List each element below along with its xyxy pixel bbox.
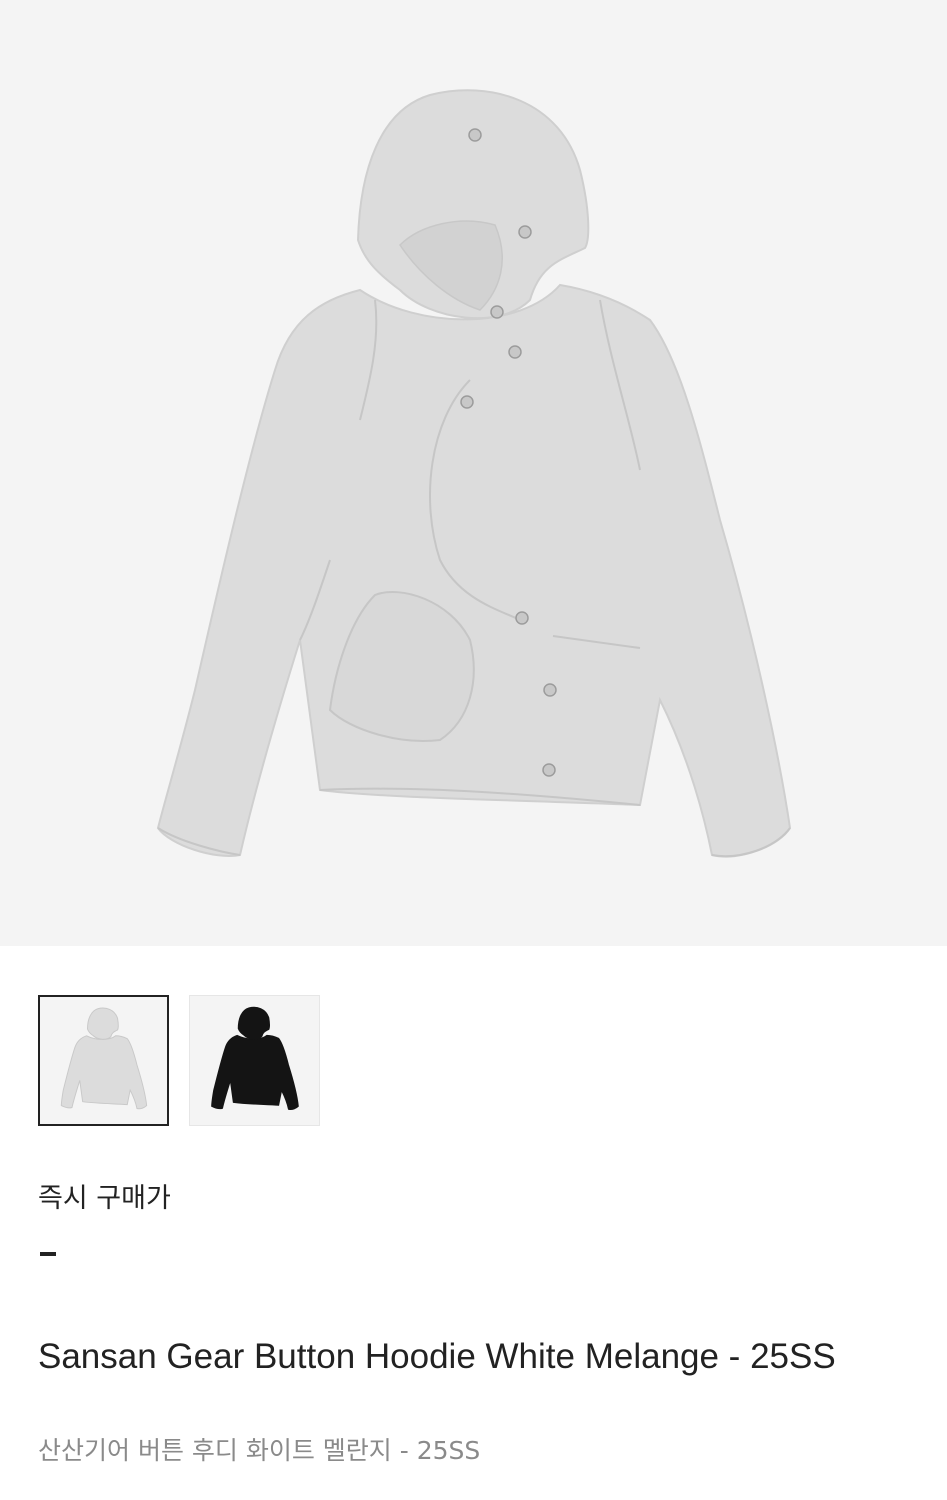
product-main-image[interactable] <box>0 0 947 946</box>
product-title-korean: 산산기어 버튼 후디 화이트 멜란지 - 25SS <box>38 1436 481 1465</box>
thumbnail-black[interactable] <box>189 995 320 1126</box>
instant-buy-price-text: - <box>40 1252 41 1253</box>
hoodie-black-thumbnail <box>211 1006 299 1110</box>
hoodie-white-melange-thumbnail <box>60 1007 148 1110</box>
product-title-english: Sansan Gear Button Hoodie White Melange … <box>38 1337 836 1376</box>
hoodie-image <box>156 89 792 858</box>
thumbnail-white-melange[interactable] <box>38 995 169 1126</box>
instant-buy-price-value: - <box>40 1252 56 1256</box>
instant-buy-price-label: 즉시 구매가 <box>38 1183 171 1214</box>
